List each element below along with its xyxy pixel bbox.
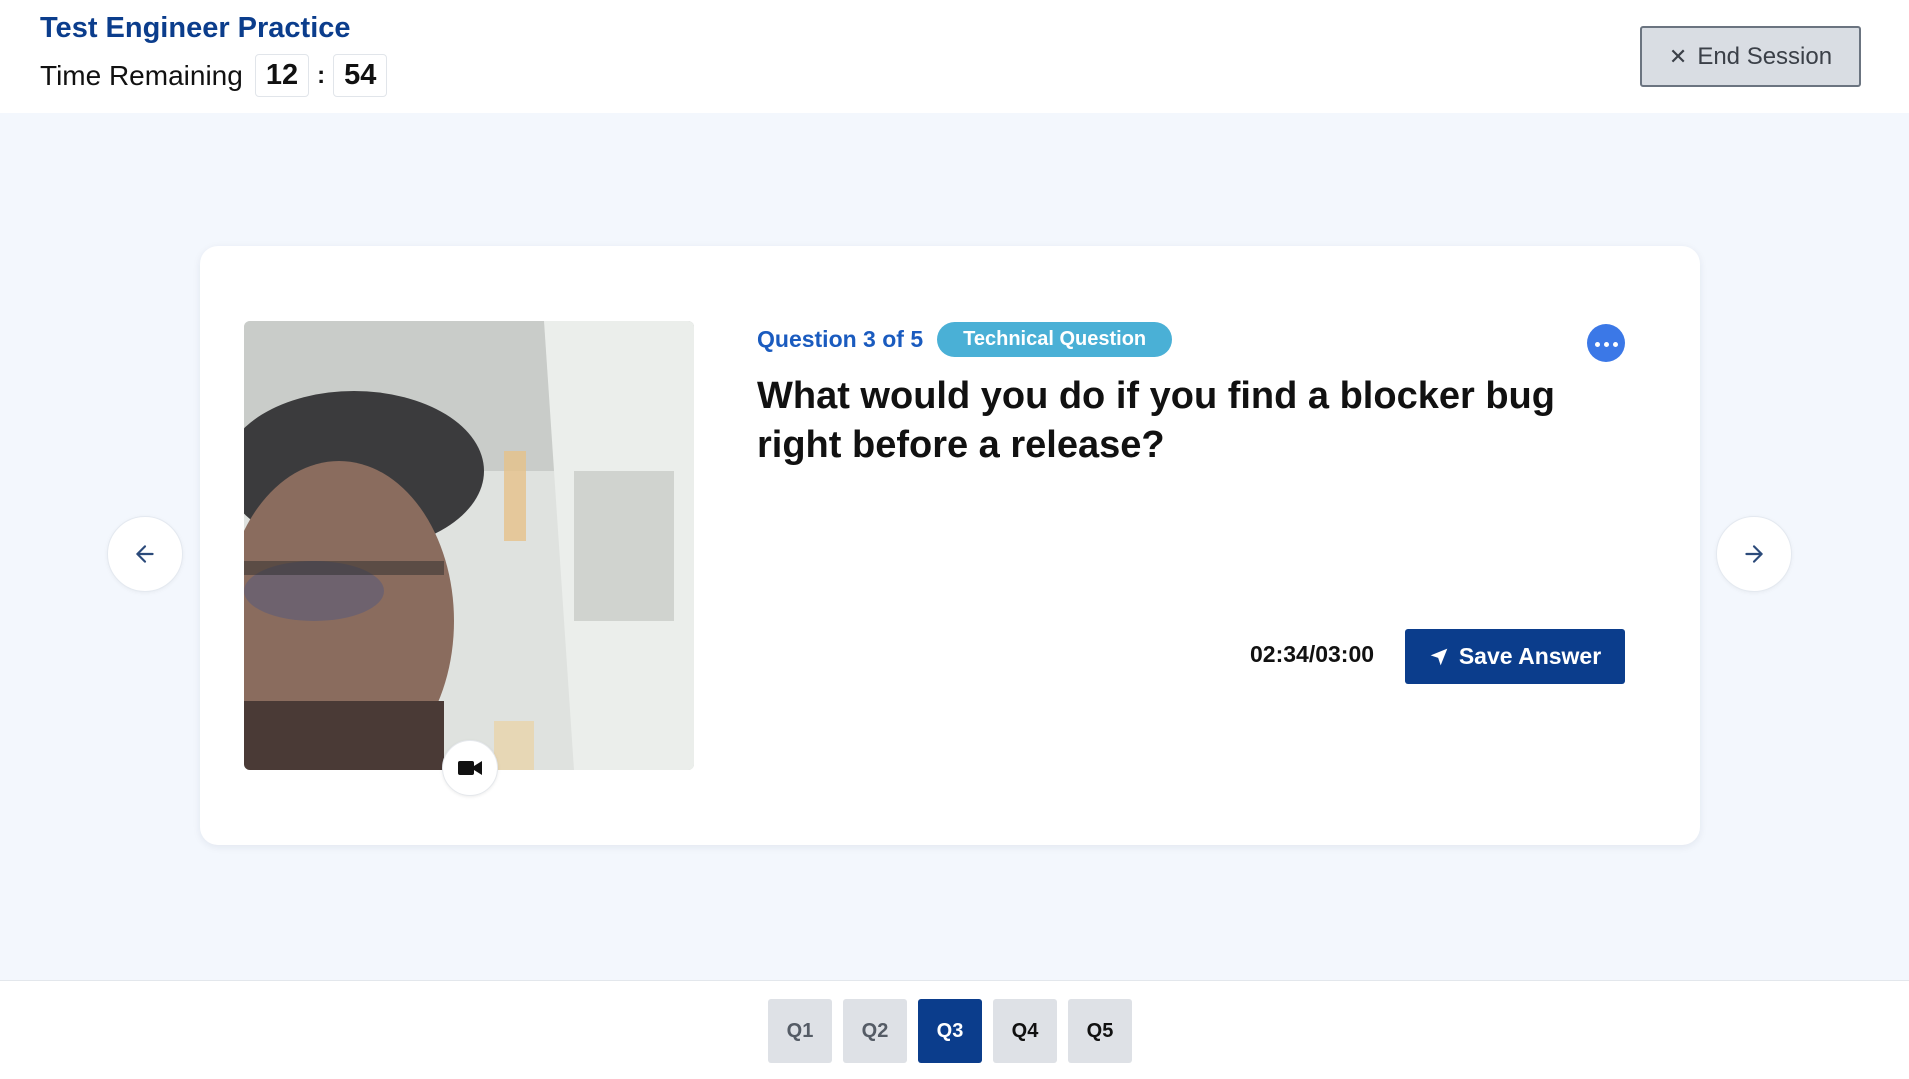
question-pager: Q1 Q2 Q3 Q4 Q5 [768, 999, 1143, 1063]
save-answer-label: Save Answer [1458, 643, 1602, 669]
end-session-label: End Session [1697, 42, 1833, 70]
save-answer-button[interactable]: Save Answer [1405, 629, 1625, 684]
webcam-feed [244, 321, 694, 770]
end-session-button[interactable]: ✕ End Session [1640, 26, 1861, 87]
session-timer: Time Remaining 12 : 54 [40, 54, 388, 97]
page-title: Test Engineer Practice [40, 12, 351, 44]
question-pager-bar: Q1 Q2 Q3 Q4 Q5 [0, 980, 1909, 1079]
top-header: Test Engineer Practice Time Remaining 12… [0, 0, 1909, 113]
question-text: What would you do if you find a blocker … [757, 375, 1555, 466]
arrow-right-icon [1745, 545, 1763, 563]
answer-timer: 02:34/03:00 [1250, 641, 1375, 667]
camera-toggle-button[interactable] [442, 740, 498, 796]
previous-question-button[interactable] [107, 516, 183, 592]
question-meta: Question 3 of 5 Technical Question [757, 322, 1173, 357]
more-horizontal-icon [1593, 334, 1620, 352]
question-card: Question 3 of 5 Technical Question What … [200, 246, 1700, 845]
interview-stage: Question 3 of 5 Technical Question What … [0, 113, 1909, 980]
pager-item-q4[interactable]: Q4 [993, 999, 1057, 1063]
close-icon: ✕ [1668, 43, 1688, 69]
arrow-left-icon [136, 545, 154, 563]
pager-item-q2[interactable]: Q2 [843, 999, 907, 1063]
pager-item-q5[interactable]: Q5 [1068, 999, 1132, 1063]
timer-separator: : [317, 61, 326, 89]
webcam-preview [244, 321, 694, 796]
next-question-button[interactable] [1716, 516, 1792, 592]
timer-minutes: 12 [254, 54, 310, 97]
pager-item-q1[interactable]: Q1 [768, 999, 832, 1063]
more-options-button[interactable] [1587, 324, 1625, 362]
send-icon [1430, 648, 1448, 665]
timer-seconds: 54 [333, 54, 388, 97]
question-counter: Question 3 of 5 [757, 326, 924, 352]
timer-label: Time Remaining [40, 59, 243, 91]
webcam-image [244, 321, 694, 770]
question-category-badge: Technical Question [937, 322, 1173, 357]
video-camera-icon [458, 761, 482, 775]
pager-item-q3[interactable]: Q3 [918, 999, 982, 1063]
